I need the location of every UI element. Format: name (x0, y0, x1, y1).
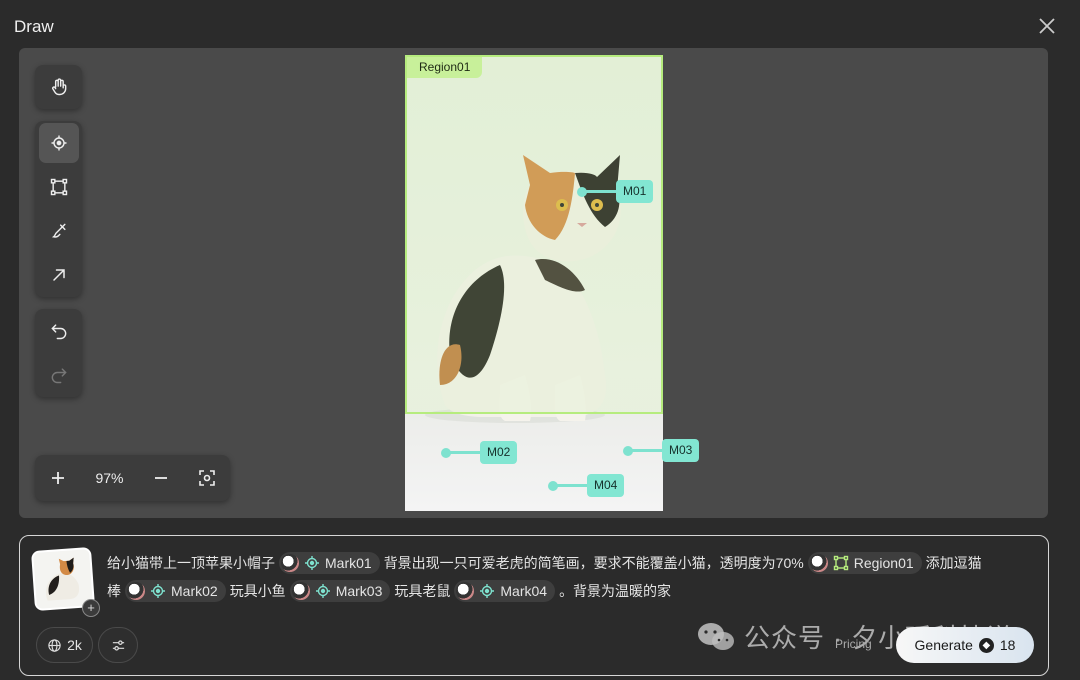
zoom-level: 97% (95, 470, 124, 486)
wechat-icon (698, 622, 734, 650)
globe-icon (48, 638, 61, 652)
mark-04-tag[interactable]: M04 (587, 474, 625, 497)
mark-tool[interactable] (35, 121, 82, 165)
target-icon (305, 556, 319, 570)
hand-tool[interactable] (35, 65, 82, 109)
target-icon (151, 584, 165, 598)
redo-button[interactable] (35, 353, 82, 397)
chip-label: Mark04 (500, 583, 548, 599)
credit-icon: ◆ (978, 637, 994, 653)
mark-04-line (555, 484, 589, 487)
settings-button[interactable] (98, 627, 138, 663)
chip-label: Region01 (853, 555, 914, 571)
prompt-line-1[interactable]: 给小猫带上一顶苹果小帽子 Mark01 背景出现一只可爱老虎的简笔画，要求不能覆… (107, 552, 982, 574)
prompt-text: 棒 (107, 583, 121, 599)
brush-icon (51, 223, 66, 238)
prompt-text: 给小猫带上一顶苹果小帽子 (107, 555, 275, 571)
region-01-box[interactable] (405, 55, 663, 414)
undo-icon (50, 324, 66, 340)
region-01-label[interactable]: Region01 (407, 57, 483, 78)
window-title: Draw (14, 17, 54, 36)
mark-03-tag[interactable]: M03 (662, 439, 700, 462)
close-button[interactable] (1036, 15, 1058, 37)
target-icon (51, 135, 66, 151)
target-icon (315, 584, 330, 598)
avatar (456, 582, 475, 600)
avatar (291, 582, 310, 600)
plus-icon (52, 472, 64, 484)
arrow-icon (52, 269, 65, 281)
prompt-text: 。背景为温暖的家 (559, 583, 672, 599)
chip-label: Mark03 (335, 583, 383, 599)
sliders-icon (112, 639, 124, 651)
prompt-text: 添加逗猫 (925, 555, 982, 571)
prompt-text: 玩具小鱼 (229, 583, 286, 599)
brush-tool[interactable] (35, 209, 82, 253)
mark-03-line (630, 449, 664, 452)
mark03-chip[interactable]: Mark03 (289, 580, 391, 602)
avatar (809, 554, 828, 572)
resolution-button[interactable]: 2k (36, 627, 93, 663)
arrow-tool[interactable] (35, 253, 82, 297)
fit-screen-icon (199, 470, 215, 486)
mark-01-tag[interactable]: M01 (616, 180, 654, 203)
mark-tool-highlight (38, 123, 79, 163)
redo-icon (51, 368, 67, 384)
mark-02-line (448, 451, 482, 454)
generate-label: Generate (914, 637, 973, 653)
zoom-out-button[interactable] (138, 455, 184, 501)
mark02-chip[interactable]: Mark02 (125, 580, 226, 602)
prompt-line-2[interactable]: 棒 Mark02 玩具小鱼 Mark03 玩具老鼠 Mark04 。背景为温暖的… (107, 580, 671, 602)
add-reference-button[interactable]: + (82, 599, 100, 617)
generate-button[interactable]: Generate ◆ 18 (896, 627, 1034, 663)
zoom-in-button[interactable] (35, 455, 81, 501)
resolution-label: 2k (67, 637, 82, 653)
chip-label: Mark01 (325, 555, 372, 571)
mark-02-tag[interactable]: M02 (480, 441, 518, 464)
mark-01-line (584, 190, 618, 193)
region01-chip[interactable]: Region01 (807, 552, 922, 574)
avatar (127, 582, 145, 600)
rect-select-icon (50, 178, 67, 196)
minus-icon (155, 477, 167, 479)
avatar (281, 554, 299, 572)
target-icon (480, 584, 495, 598)
zoom-bar: 97% (35, 455, 230, 501)
toolgroup-pan (35, 65, 82, 109)
close-icon[interactable] (1036, 15, 1058, 37)
chip-label: Mark02 (171, 583, 218, 599)
toolgroup-history (35, 309, 82, 397)
prompt-text: 玩具老鼠 (394, 583, 451, 599)
credit-count: 18 (999, 637, 1016, 653)
mark04-chip[interactable]: Mark04 (454, 580, 556, 602)
cat-thumbnail-image (33, 549, 93, 609)
mark01-chip[interactable]: Mark01 (279, 552, 380, 574)
fit-screen-button[interactable] (184, 455, 230, 501)
hand-icon (51, 78, 66, 96)
pricing-link[interactable]: Pricing (835, 637, 872, 651)
undo-button[interactable] (35, 309, 82, 353)
region-tool[interactable] (35, 165, 82, 209)
rect-select-icon (833, 555, 848, 571)
toolgroup-draw (35, 121, 82, 297)
prompt-text: 背景出现一只可爱老虎的简笔画，要求不能覆盖小猫，透明度为70% (383, 555, 804, 571)
